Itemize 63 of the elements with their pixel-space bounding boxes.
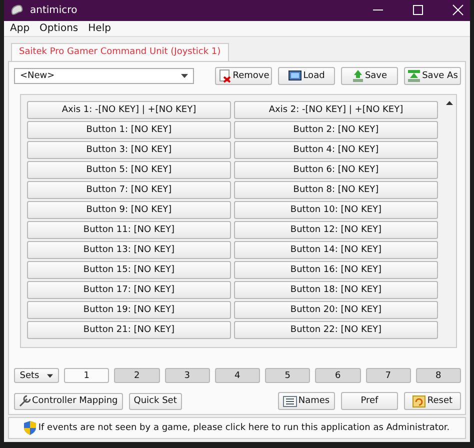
mapping-button[interactable]: Button 3: [NO KEY] — [27, 141, 231, 159]
close-icon[interactable] — [452, 4, 464, 16]
mapping-button[interactable]: Button 13: [NO KEY] — [27, 241, 231, 259]
menu-item[interactable]: Help — [88, 22, 111, 34]
monitor-icon — [288, 70, 302, 82]
mapping-button[interactable]: Button 7: [NO KEY] — [27, 181, 231, 199]
window-title: antimicro — [30, 4, 78, 16]
mapping-button[interactable]: Button 14: [NO KEY] — [234, 241, 438, 259]
mapping-button[interactable]: Button 21: [NO KEY] — [27, 321, 231, 339]
save-icon — [352, 69, 364, 83]
mapping-button[interactable]: Button 20: [NO KEY] — [234, 301, 438, 319]
set-button[interactable]: 2 — [114, 368, 160, 383]
mapping-button[interactable]: Button 15: [NO KEY] — [27, 261, 231, 279]
mapping-button[interactable]: Button 10: [NO KEY] — [234, 201, 438, 219]
mapping-button[interactable]: Button 16: [NO KEY] — [234, 261, 438, 279]
mapping-button[interactable]: Axis 1: -[NO KEY] | +[NO KEY] — [27, 101, 231, 119]
set-button[interactable]: 7 — [366, 368, 411, 383]
caret-icon — [47, 374, 54, 378]
mapping-button[interactable]: Button 22: [NO KEY] — [234, 321, 438, 339]
set-button[interactable]: 6 — [315, 368, 360, 383]
mapping-button[interactable]: Button 6: [NO KEY] — [234, 161, 438, 179]
wrench-icon — [19, 395, 31, 407]
document-delete-icon — [218, 69, 232, 83]
toolbar-button[interactable]: Controller Mapping — [14, 392, 123, 410]
list-icon — [283, 396, 298, 406]
caret-icon — [181, 74, 188, 78]
mapping-button[interactable]: Button 9: [NO KEY] — [27, 201, 231, 219]
toolbar-button[interactable]: Pref — [341, 392, 398, 410]
scroll-up-icon[interactable] — [446, 101, 452, 105]
mapping-button[interactable]: Button 12: [NO KEY] — [234, 221, 438, 239]
set-button[interactable]: 5 — [265, 368, 310, 383]
reset-icon — [412, 394, 426, 408]
mapping-button[interactable]: Button 1: [NO KEY] — [27, 121, 231, 139]
mapping-button[interactable]: Button 11: [NO KEY] — [27, 221, 231, 239]
mapping-button[interactable]: Button 17: [NO KEY] — [27, 281, 231, 299]
toolbar-button[interactable]: Reset — [404, 392, 461, 410]
profile-dropdown[interactable]: <New> — [14, 68, 194, 84]
sets-dropdown[interactable]: Sets — [14, 368, 59, 383]
toolbar-button[interactable]: Names — [278, 392, 335, 410]
status-text[interactable]: If events are not seen by a game, please click here to run this application as Administrator. — [38, 423, 450, 433]
set-button[interactable]: 8 — [416, 368, 461, 383]
tab[interactable]: Saitek Pro Gamer Command Unit (Joystick 1) — [11, 43, 229, 61]
shield-icon — [24, 421, 36, 435]
toolbar-button[interactable]: Save As — [404, 67, 461, 85]
status-bar[interactable]: If events are not seen by a game, please click here to run this application as Administrator. — [8, 417, 466, 439]
toolbar-button[interactable]: Remove — [215, 67, 272, 85]
maximize-icon[interactable] — [412, 4, 424, 16]
save-as-icon — [407, 69, 422, 83]
mapping-button[interactable]: Button 8: [NO KEY] — [234, 181, 438, 199]
toolbar-button[interactable]: Quick Set — [128, 392, 182, 410]
mapping-button[interactable]: Button 4: [NO KEY] — [234, 141, 438, 159]
menu-item[interactable]: App — [10, 22, 30, 34]
mapping-button[interactable]: Axis 2: -[NO KEY] | +[NO KEY] — [234, 101, 438, 119]
mapping-button[interactable]: Button 2: [NO KEY] — [234, 121, 438, 139]
menu-item[interactable]: Options — [40, 22, 78, 34]
mapping-button[interactable]: Button 18: [NO KEY] — [234, 281, 438, 299]
set-button[interactable]: 1 — [64, 368, 110, 383]
mapping-button[interactable]: Button 19: [NO KEY] — [27, 301, 231, 319]
mapping-button[interactable]: Button 5: [NO KEY] — [27, 161, 231, 179]
set-button[interactable]: 3 — [164, 368, 210, 383]
toolbar-button[interactable]: Load — [278, 67, 335, 85]
toolbar-button[interactable]: Save — [341, 67, 398, 85]
set-button[interactable]: 4 — [214, 368, 260, 383]
